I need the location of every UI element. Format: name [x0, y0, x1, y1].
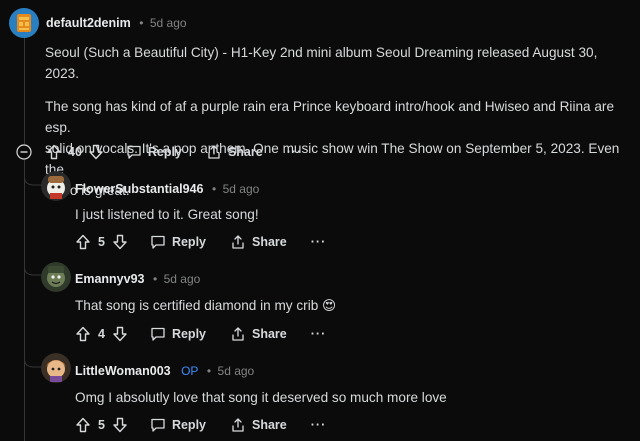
downvote-button[interactable] — [112, 234, 128, 250]
downvote-icon — [113, 234, 127, 250]
share-icon — [232, 418, 244, 432]
thread-line — [24, 160, 25, 441]
share-label: Share — [252, 327, 287, 341]
more-options-button[interactable]: ··· — [311, 327, 327, 341]
timestamp: 5d ago — [222, 182, 260, 196]
avatar[interactable] — [9, 8, 39, 38]
avatar[interactable] — [41, 262, 71, 292]
separator: • — [211, 182, 217, 196]
comment-body: Seoul (Such a Beautiful City) - H1-Key 2… — [45, 42, 635, 201]
downvote-button[interactable] — [88, 144, 104, 160]
comment-body: Omg I absolutly love that song it deserv… — [75, 390, 447, 405]
username[interactable]: Emannyv93 — [75, 272, 144, 286]
separator: • — [139, 16, 144, 30]
comment-paragraph: Seoul (Such a Beautiful City) - H1-Key 2… — [45, 45, 598, 81]
upvote-button[interactable] — [75, 417, 91, 433]
separator: • — [152, 272, 158, 286]
share-label: Share — [227, 145, 263, 159]
reply-label: Reply — [171, 235, 206, 249]
username[interactable]: default2denim — [46, 16, 131, 30]
downvote-button[interactable] — [112, 417, 128, 433]
reply-label: Reply — [171, 418, 206, 432]
op-badge: OP — [181, 364, 199, 378]
share-label: Share — [252, 235, 287, 249]
more-options-button[interactable]: ··· — [287, 145, 303, 159]
separator: • — [206, 364, 212, 378]
upvote-button[interactable] — [75, 326, 91, 342]
vote-count: 40 — [68, 145, 82, 159]
upvote-icon — [76, 234, 90, 250]
upvote-icon — [47, 144, 61, 160]
collapse-button[interactable] — [16, 144, 32, 160]
upvote-button[interactable] — [46, 144, 62, 160]
share-label: Share — [252, 418, 287, 432]
reply-button[interactable]: Reply — [150, 326, 206, 342]
timestamp: 5d ago — [149, 16, 187, 30]
comment-actions: 5 Reply Share ··· — [75, 414, 326, 436]
comment-icon — [151, 327, 165, 341]
reply-label: Reply — [147, 145, 182, 159]
comment-actions: 40 Reply Share ··· — [46, 141, 302, 163]
comment-actions: 5 Reply Share ··· — [75, 231, 326, 253]
more-options-button[interactable]: ··· — [311, 418, 327, 432]
timestamp: 5d ago — [217, 364, 255, 378]
share-button[interactable]: Share — [206, 144, 263, 160]
share-button[interactable]: Share — [230, 234, 287, 250]
share-icon — [232, 327, 244, 341]
reply-button[interactable]: Reply — [150, 417, 206, 433]
share-button[interactable]: Share — [230, 326, 287, 342]
share-icon — [232, 235, 244, 249]
vote-count: 5 — [98, 235, 105, 249]
downvote-icon — [113, 417, 127, 433]
reply-button[interactable]: Reply — [126, 144, 182, 160]
comment-body: I just listened to it. Great song! — [75, 207, 259, 222]
avatar[interactable] — [41, 171, 71, 201]
upvote-button[interactable] — [75, 234, 91, 250]
reply-label: Reply — [171, 327, 206, 341]
avatar[interactable] — [41, 353, 71, 383]
collapse-icon — [16, 144, 32, 160]
upvote-icon — [76, 417, 90, 433]
comment-paragraph-line: The song has kind of af a purple rain er… — [45, 99, 615, 135]
thread-line — [24, 37, 25, 144]
vote-count: 5 — [98, 418, 105, 432]
comment-icon — [151, 235, 165, 249]
comment-icon — [151, 418, 165, 432]
timestamp: 5d ago — [163, 272, 201, 286]
vote-count: 4 — [98, 327, 105, 341]
comment-body: That song is certified diamond in my cri… — [75, 298, 337, 313]
downvote-icon — [89, 144, 103, 160]
comment-icon — [127, 145, 141, 159]
comment-actions: 4 Reply Share ··· — [75, 323, 326, 345]
username[interactable]: FlowerSubstantial946 — [75, 182, 204, 196]
more-options-button[interactable]: ··· — [311, 235, 327, 249]
downvote-icon — [113, 326, 127, 342]
downvote-button[interactable] — [112, 326, 128, 342]
upvote-icon — [76, 326, 90, 342]
username[interactable]: LittleWoman003 — [75, 364, 171, 378]
share-button[interactable]: Share — [230, 417, 287, 433]
share-icon — [208, 145, 220, 159]
reply-button[interactable]: Reply — [150, 234, 206, 250]
